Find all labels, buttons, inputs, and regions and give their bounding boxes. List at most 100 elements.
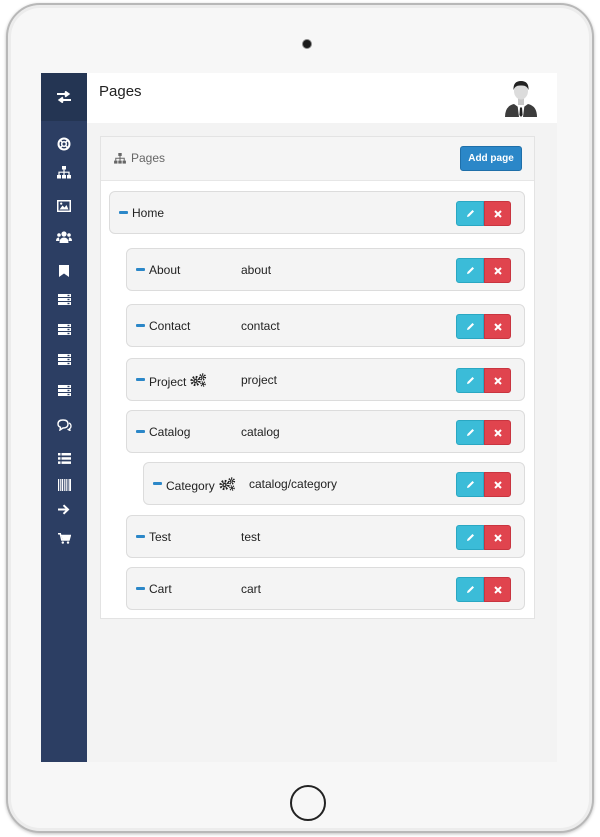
page-slug: about: [241, 263, 272, 277]
page-name: Project: [149, 373, 207, 390]
page-name-label: Category: [166, 478, 215, 493]
collapse-icon[interactable]: [136, 268, 145, 271]
collapse-icon[interactable]: [119, 211, 128, 214]
close-icon: [493, 428, 502, 437]
sidebar-item-cart[interactable]: [41, 528, 87, 548]
page-row-test[interactable]: Test test: [126, 515, 525, 558]
sidebar-item-sitemap[interactable]: [41, 162, 87, 182]
sitemap-icon: [114, 152, 126, 164]
panel-title: Pages: [114, 151, 165, 165]
sidebar: [41, 73, 87, 762]
close-icon: [493, 209, 502, 218]
page-name: Category: [166, 477, 236, 494]
page-row-category[interactable]: Category catalog/category: [143, 462, 525, 505]
page-name: About: [149, 263, 180, 277]
close-icon: [493, 585, 502, 594]
delete-button[interactable]: [484, 420, 511, 445]
pencil-icon: [466, 481, 474, 488]
cart-icon: [57, 532, 71, 544]
collapse-icon[interactable]: [136, 535, 145, 538]
sidebar-item-bookmarks[interactable]: [41, 261, 87, 281]
close-icon: [493, 322, 502, 331]
page-slug: contact: [241, 319, 280, 333]
sidebar-item-users[interactable]: [41, 227, 87, 247]
exchange-icon: [57, 91, 71, 103]
page-title: Pages: [99, 83, 142, 100]
delete-button[interactable]: [484, 472, 511, 497]
page-name: Cart: [149, 582, 172, 596]
edit-button[interactable]: [456, 314, 484, 339]
page-name: Home: [132, 206, 164, 220]
sidebar-item-server-3[interactable]: [41, 349, 87, 369]
delete-button[interactable]: [484, 577, 511, 602]
top-bar: Pages: [87, 73, 557, 123]
page-name-label: Contact: [149, 319, 191, 333]
edit-button[interactable]: [456, 201, 484, 226]
server-icon: [57, 293, 71, 305]
collapse-icon[interactable]: [136, 378, 145, 381]
edit-button[interactable]: [456, 577, 484, 602]
page-row-cart[interactable]: Cart cart: [126, 567, 525, 610]
arrow-right-icon: [58, 503, 70, 515]
pencil-icon: [466, 534, 474, 541]
delete-button[interactable]: [484, 258, 511, 283]
delete-button[interactable]: [484, 201, 511, 226]
pencil-icon: [466, 377, 474, 384]
collapse-icon[interactable]: [153, 482, 162, 485]
page-slug: catalog: [241, 425, 280, 439]
page-slug: project: [241, 373, 278, 387]
page-name-label: Home: [132, 206, 165, 220]
user-avatar[interactable]: [502, 77, 540, 117]
page-row-home[interactable]: Home: [109, 191, 525, 234]
sidebar-item-server-1[interactable]: [41, 289, 87, 309]
page-name-label: Catalog: [149, 425, 191, 439]
page-row-about[interactable]: About about: [126, 248, 525, 291]
sidebar-item-server-2[interactable]: [41, 319, 87, 339]
delete-button[interactable]: [484, 314, 511, 339]
collapse-icon[interactable]: [136, 324, 145, 327]
bookmark-icon: [59, 265, 69, 277]
server-icon: [57, 323, 71, 335]
sidebar-item-barcode[interactable]: [41, 475, 87, 495]
sidebar-item-list[interactable]: [41, 448, 87, 468]
sidebar-item-comments[interactable]: [41, 415, 87, 435]
edit-button[interactable]: [456, 525, 484, 550]
collapse-icon[interactable]: [136, 587, 145, 590]
pencil-icon: [466, 210, 474, 217]
page-name-label: Test: [149, 530, 172, 544]
gears-icon: [190, 373, 207, 390]
page-slug: catalog/category: [249, 477, 338, 491]
edit-button[interactable]: [456, 420, 484, 445]
page-name: Contact: [149, 319, 190, 333]
page-row-contact[interactable]: Contact contact: [126, 304, 525, 347]
sidebar-item-support[interactable]: [41, 134, 87, 154]
comments-icon: [56, 419, 72, 431]
sidebar-toggle[interactable]: [41, 73, 87, 121]
close-icon: [493, 266, 502, 275]
page-name-label: Cart: [149, 582, 172, 596]
sidebar-item-server-4[interactable]: [41, 380, 87, 400]
sidebar-item-images[interactable]: [41, 196, 87, 216]
panel-title-label: Pages: [131, 151, 166, 165]
sidebar-item-redirect[interactable]: [41, 499, 87, 519]
home-button[interactable]: [290, 785, 326, 821]
delete-button[interactable]: [484, 368, 511, 393]
list-icon: [57, 452, 71, 464]
edit-button[interactable]: [456, 472, 484, 497]
pencil-icon: [466, 586, 474, 593]
panel-header: Pages Add page: [101, 137, 534, 181]
edit-button[interactable]: [456, 368, 484, 393]
camera: [302, 39, 312, 49]
collapse-icon[interactable]: [136, 430, 145, 433]
close-icon: [493, 480, 502, 489]
page-row-project[interactable]: Project project: [126, 358, 525, 401]
pencil-icon: [466, 429, 474, 436]
gears-icon: [219, 477, 236, 494]
lifebuoy-icon: [57, 137, 71, 151]
add-page-button[interactable]: Add page: [460, 146, 522, 171]
edit-button[interactable]: [456, 258, 484, 283]
page-name: Catalog: [149, 425, 190, 439]
barcode-icon: [57, 479, 71, 491]
delete-button[interactable]: [484, 525, 511, 550]
page-row-catalog[interactable]: Catalog catalog: [126, 410, 525, 453]
